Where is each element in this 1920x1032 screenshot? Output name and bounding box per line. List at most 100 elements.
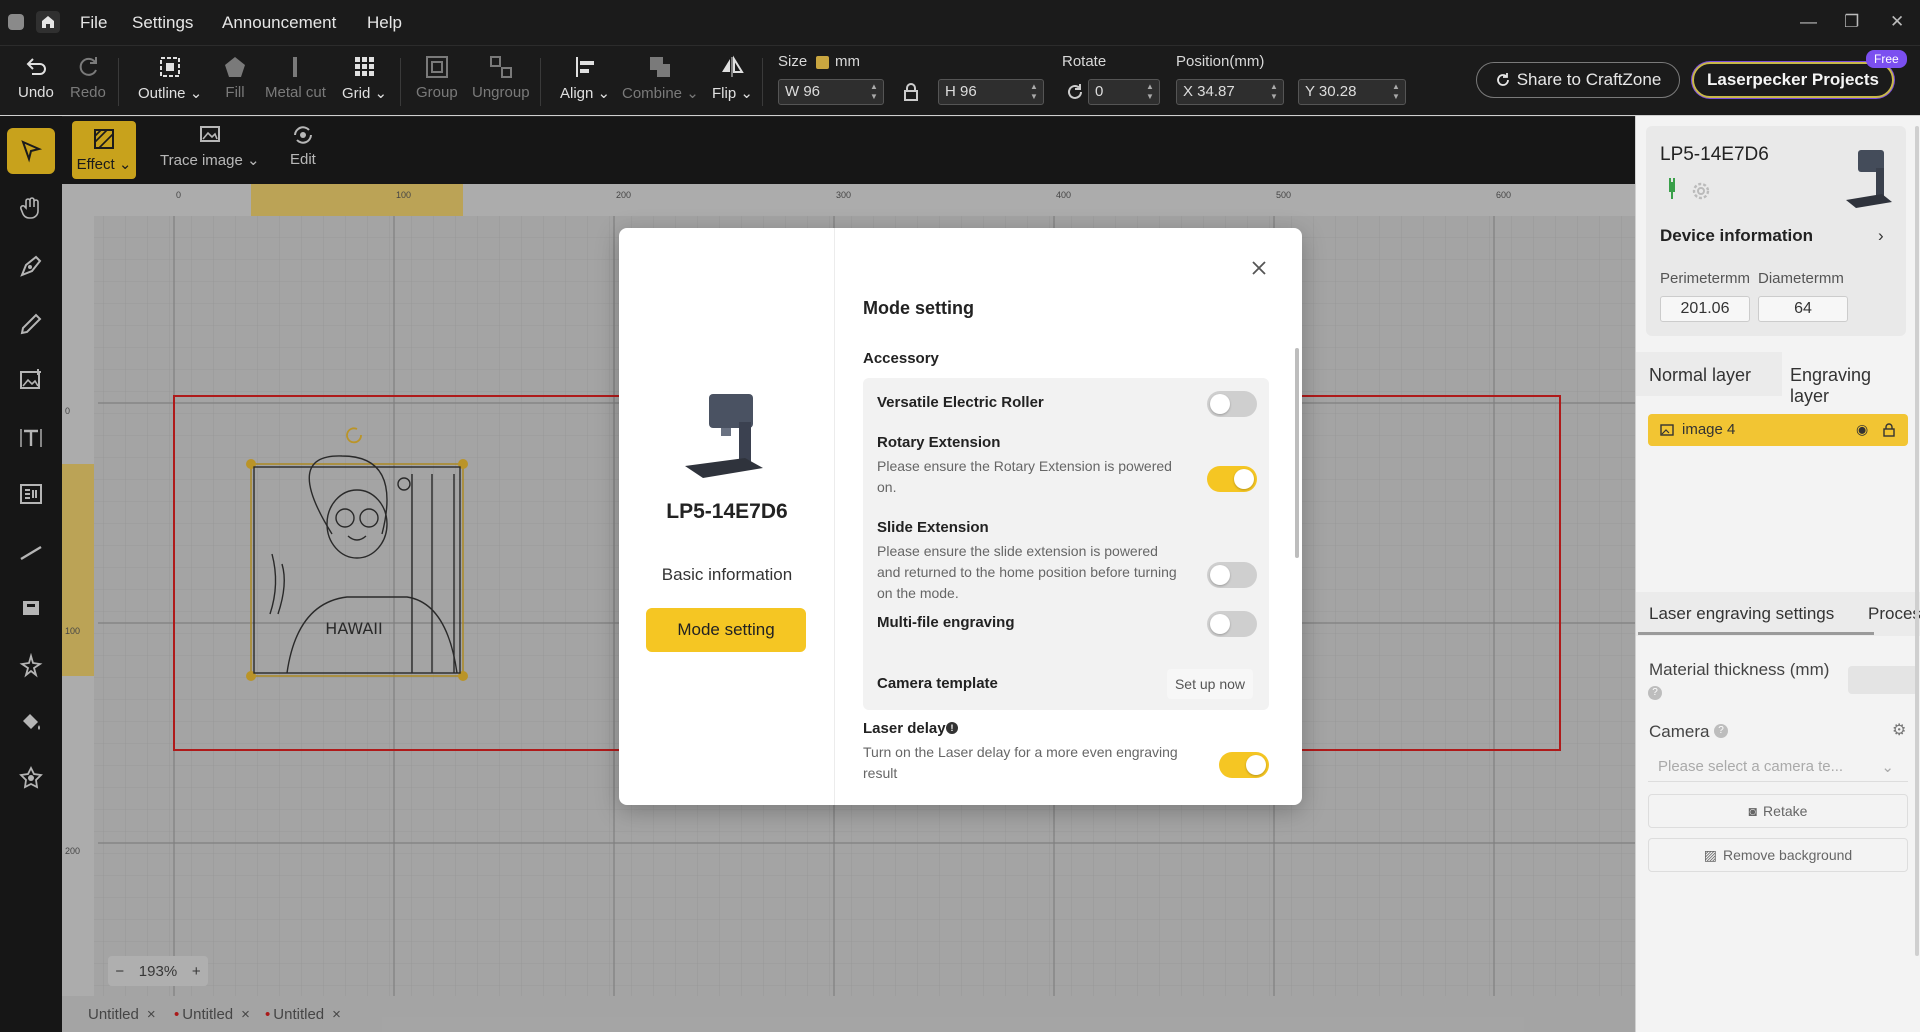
rotary-extension-toggle[interactable] bbox=[1207, 466, 1257, 492]
close-window-icon[interactable]: ✕ bbox=[1890, 12, 1904, 32]
home-icon[interactable] bbox=[36, 11, 60, 33]
position-x-input[interactable]: X 34.87 ▲ ▼ bbox=[1176, 79, 1284, 105]
layer-tabs: Normal layer Engraving layer bbox=[1636, 352, 1920, 406]
position-y-input[interactable]: Y 30.28 ▲ ▼ bbox=[1298, 79, 1406, 105]
restore-icon[interactable]: ❐ bbox=[1844, 12, 1859, 32]
device-card: LP5-14E7D6 Device information › Perimete… bbox=[1646, 126, 1906, 336]
device-information-link[interactable]: Device information bbox=[1660, 226, 1813, 246]
group-button[interactable]: Group bbox=[416, 54, 458, 101]
lock-ratio-checkbox[interactable] bbox=[816, 56, 829, 69]
grid-icon bbox=[354, 57, 374, 76]
accessory-options: Versatile Electric Roller Rotary Extensi… bbox=[863, 378, 1269, 710]
size-label: Size bbox=[778, 53, 808, 70]
tab-process[interactable]: Proces bbox=[1868, 604, 1920, 624]
lock-icon[interactable] bbox=[902, 82, 920, 102]
menu-settings[interactable]: Settings bbox=[132, 13, 193, 33]
chevron-right-icon[interactable]: › bbox=[1878, 226, 1884, 246]
tab-laser-engraving-settings[interactable]: Laser engraving settings bbox=[1649, 604, 1834, 624]
metal-cut-icon bbox=[293, 57, 298, 77]
right-panel: LP5-14E7D6 Device information › Perimete… bbox=[1635, 116, 1920, 1032]
device-name: LP5-14E7D6 bbox=[1660, 144, 1769, 165]
versatile-electric-roller-toggle[interactable] bbox=[1207, 391, 1257, 417]
help-icon[interactable]: ? bbox=[1714, 724, 1728, 738]
basic-information-tab[interactable]: Basic information bbox=[619, 565, 835, 585]
combine-icon bbox=[650, 57, 671, 77]
tab-engraving-layer[interactable]: Engraving layer bbox=[1782, 352, 1920, 406]
tab-normal-layer[interactable]: Normal layer bbox=[1649, 365, 1751, 386]
right-panel-scrollbar[interactable] bbox=[1915, 126, 1919, 956]
minimize-icon[interactable]: — bbox=[1800, 12, 1817, 32]
menu-bar: File Settings Announcement Help — ❐ ✕ bbox=[0, 0, 1920, 45]
redo-label: Redo bbox=[70, 84, 106, 101]
help-icon[interactable]: ? bbox=[1648, 686, 1662, 700]
outline-button[interactable]: Outline ⌄ bbox=[138, 54, 202, 102]
ungroup-icon bbox=[489, 56, 512, 78]
device-settings-gear-icon[interactable] bbox=[1690, 180, 1712, 202]
close-icon[interactable] bbox=[1249, 258, 1269, 278]
align-button[interactable]: Align ⌄ bbox=[560, 54, 610, 102]
info-icon[interactable]: ! bbox=[946, 722, 958, 734]
set-up-now-label: Set up now bbox=[1174, 676, 1246, 692]
flip-icon bbox=[722, 55, 745, 77]
combine-button[interactable]: Combine ⌄ bbox=[622, 54, 699, 102]
multi-file-engraving-toggle[interactable] bbox=[1207, 611, 1257, 637]
layer-item-label: image 4 bbox=[1682, 421, 1736, 438]
rotate-input[interactable]: 0 ▲ ▼ bbox=[1088, 79, 1160, 105]
retake-button[interactable]: ◙ Retake bbox=[1648, 794, 1908, 828]
option-description: Please ensure the slide extension is pow… bbox=[877, 543, 1177, 601]
height-spinner[interactable]: ▲ ▼ bbox=[1027, 82, 1041, 102]
camera-template-label: Camera template bbox=[877, 675, 998, 692]
metal-cut-button[interactable]: Metal cut bbox=[265, 54, 326, 101]
share-to-craftzone-button[interactable]: Share to CraftZone bbox=[1476, 62, 1680, 98]
menu-file[interactable]: File bbox=[80, 13, 107, 33]
camera-settings-gear-icon[interactable]: ⚙ bbox=[1892, 720, 1906, 740]
laser-delay-title: Laser delay bbox=[863, 720, 946, 737]
free-badge: Free bbox=[1866, 50, 1907, 68]
slide-extension-toggle[interactable] bbox=[1207, 562, 1257, 588]
set-up-now-button[interactable]: Set up now bbox=[1167, 669, 1253, 699]
width-input[interactable]: W 96 ▲ ▼ bbox=[778, 79, 884, 105]
laser-delay-toggle[interactable] bbox=[1219, 752, 1269, 778]
dialog-scrollbar[interactable] bbox=[1295, 348, 1299, 558]
position-y-spinner[interactable]: ▲ ▼ bbox=[1389, 82, 1403, 102]
laserpecker-projects-button[interactable]: Laserpecker Projects bbox=[1692, 62, 1894, 98]
remove-background-label: Remove background bbox=[1723, 847, 1853, 863]
app-logo-icon bbox=[8, 14, 24, 30]
share-label: Share to CraftZone bbox=[1516, 70, 1662, 89]
rotate-value: 0 bbox=[1095, 83, 1104, 100]
combine-label: Combine bbox=[622, 85, 683, 102]
width-spinner[interactable]: ▲ ▼ bbox=[867, 82, 881, 102]
material-thickness-label: Material thickness (mm) bbox=[1649, 660, 1830, 679]
material-thickness-input[interactable] bbox=[1848, 666, 1918, 694]
position-label: Position(mm) bbox=[1176, 53, 1265, 70]
layer-item[interactable]: image 4 ◉ bbox=[1648, 414, 1908, 446]
position-x-spinner[interactable]: ▲ ▼ bbox=[1267, 82, 1281, 102]
device-image bbox=[1846, 150, 1892, 208]
device-image bbox=[685, 394, 763, 478]
retake-label: Retake bbox=[1763, 803, 1808, 819]
diameter-input[interactable]: 64 bbox=[1758, 296, 1848, 322]
visibility-eye-icon[interactable]: ◉ bbox=[1856, 421, 1868, 438]
redo-button[interactable]: Redo bbox=[70, 54, 106, 101]
menu-help[interactable]: Help bbox=[367, 13, 402, 33]
undo-button[interactable]: Undo bbox=[18, 54, 54, 101]
mode-setting-tab[interactable]: Mode setting bbox=[646, 608, 806, 652]
perimeter-input[interactable]: 201.06 bbox=[1660, 296, 1750, 322]
rotate-spinner[interactable]: ▲ ▼ bbox=[1143, 82, 1157, 102]
position-y-value: Y 30.28 bbox=[1305, 83, 1357, 100]
camera-template-select[interactable]: Please select a camera te... ⌄ bbox=[1648, 752, 1908, 782]
mode-setting-dialog: LP5-14E7D6 Basic information Mode settin… bbox=[619, 228, 1302, 805]
fill-button[interactable]: Fill bbox=[222, 54, 248, 101]
ungroup-button[interactable]: Ungroup bbox=[472, 54, 530, 101]
metal-cut-label: Metal cut bbox=[265, 84, 326, 101]
flip-button[interactable]: Flip ⌄ bbox=[712, 54, 753, 102]
perimeter-value: 201.06 bbox=[1680, 300, 1730, 317]
height-input[interactable]: H 96 ▲ ▼ bbox=[938, 79, 1044, 105]
remove-background-button[interactable]: ▨ Remove background bbox=[1648, 838, 1908, 872]
menu-announcement[interactable]: Announcement bbox=[222, 13, 336, 33]
layer-lock-icon[interactable] bbox=[1882, 423, 1896, 437]
settings-tabs: Laser engraving settings Proces bbox=[1636, 592, 1920, 636]
dialog-sidebar: LP5-14E7D6 Basic information Mode settin… bbox=[619, 228, 835, 805]
connection-plug-icon bbox=[1669, 178, 1675, 199]
grid-button[interactable]: Grid ⌄ bbox=[342, 54, 387, 102]
